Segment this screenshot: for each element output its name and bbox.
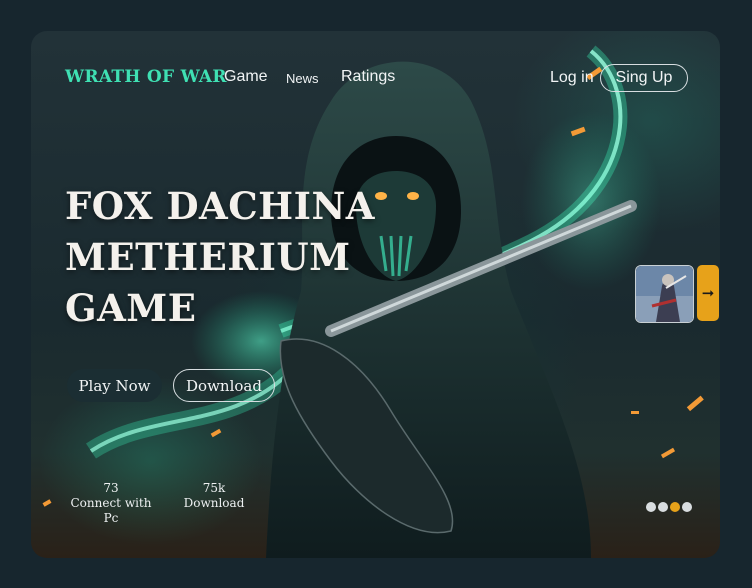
stat-value: 73 xyxy=(103,481,119,495)
play-now-button[interactable]: Play Now xyxy=(67,369,162,402)
stat-label: Connect with Pc xyxy=(70,496,152,525)
carousel-dot[interactable] xyxy=(646,502,656,512)
hero-headline: FOX DACHINA METHERIUM GAME xyxy=(65,181,375,334)
nav-ratings[interactable]: Ratings xyxy=(341,68,395,86)
carousel-dot[interactable] xyxy=(682,502,692,512)
carousel-next-button[interactable]: ➞ xyxy=(697,265,719,321)
download-button[interactable]: Download xyxy=(173,369,275,402)
carousel-dot-active[interactable] xyxy=(670,502,680,512)
headline-line: GAME xyxy=(65,286,197,330)
carousel-thumbnail[interactable] xyxy=(635,265,694,323)
logo[interactable]: WRATH OF WAR xyxy=(65,67,227,87)
thumbnail-image xyxy=(636,266,693,322)
stat-value: 75k xyxy=(202,481,226,495)
signup-button[interactable]: Sing Up xyxy=(600,64,688,92)
arrow-right-icon: ➞ xyxy=(701,285,715,302)
nav-game[interactable]: Game xyxy=(224,68,268,86)
headline-line: FOX DACHINA xyxy=(65,184,375,228)
hero-card: WRATH OF WAR Game News Ratings Log in Si… xyxy=(31,31,720,558)
stat-connect: 73 Connect with Pc xyxy=(65,481,157,526)
nav-news[interactable]: News xyxy=(286,71,319,86)
stat-download: 75k Download xyxy=(181,481,247,511)
stat-label: Download xyxy=(183,496,245,510)
headline-line: METHERIUM xyxy=(65,235,351,279)
carousel-dot[interactable] xyxy=(658,502,668,512)
login-link[interactable]: Log in xyxy=(550,69,594,87)
